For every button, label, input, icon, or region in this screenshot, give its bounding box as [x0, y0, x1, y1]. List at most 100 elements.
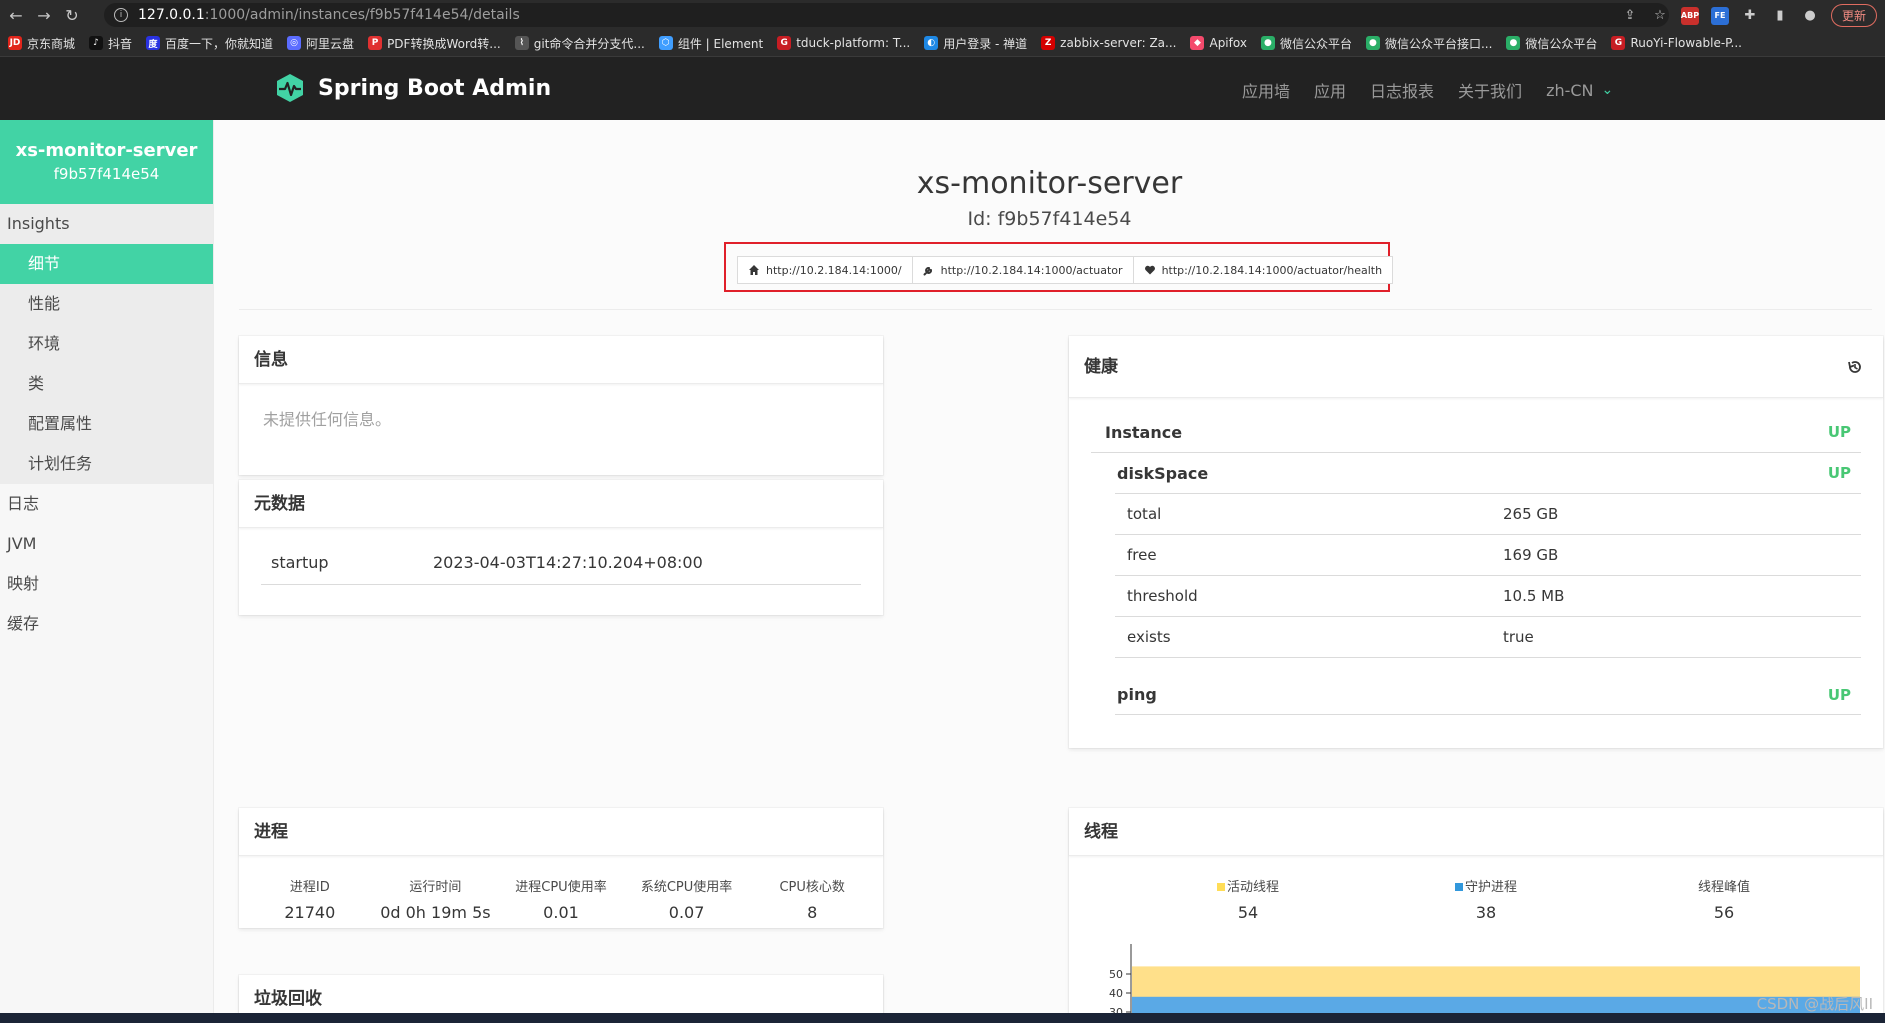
bookmark-item[interactable]: Gtduck-platform: T...	[777, 36, 910, 50]
browser-toolbar: ← → ↻ i 127.0.0.1:1000/admin/instances/f…	[0, 0, 1885, 30]
reload-icon[interactable]: ↻	[60, 3, 84, 27]
bookmark-item[interactable]: ◐ 用户登录 - 禅道	[924, 35, 1027, 52]
bookmark-item[interactable]: ◎ 阿里云盘	[287, 35, 354, 52]
stat-value: 38	[1475, 903, 1497, 922]
bookmark-item[interactable]: JD 京东商城	[8, 35, 75, 52]
bookmark-item[interactable]: 度百度一下，你就知道	[146, 35, 273, 52]
process-card-title: 进程	[239, 808, 883, 856]
stat-label: CPU核心数	[779, 880, 845, 895]
url-button-group: http://10.2.184.14:1000/ http://10.2.184…	[737, 256, 1394, 284]
info-empty-text: 未提供任何信息。	[263, 410, 392, 429]
bookmark-item[interactable]: ● 微信公众平台	[1260, 35, 1352, 52]
sidebar-item-environment[interactable]: 环境	[0, 324, 213, 364]
bookmark-label: 微信公众平台	[1525, 36, 1598, 51]
brand[interactable]: Spring Boot Admin	[274, 72, 551, 104]
bookmark-item[interactable]: Zzabbix-server: Za...	[1041, 36, 1176, 50]
health-diskspace-label: diskSpace	[1117, 463, 1209, 483]
site-info-icon[interactable]: i	[114, 8, 128, 22]
sidebar: xs-monitor-server f9b57f414e54 Insights …	[0, 120, 214, 1013]
stat-label: 活动线程	[1226, 880, 1279, 895]
bookmark-item[interactable]: ◆ Apifox	[1190, 36, 1247, 50]
nav-applications[interactable]: 应用	[1314, 78, 1346, 102]
nav-about[interactable]: 关于我们	[1458, 78, 1522, 102]
bookmarks-bar: JD 京东商城 ♪ 抖音度百度一下，你就知道 ◎ 阿里云盘 P PDF转换成Word转... ⌇…	[0, 30, 1885, 57]
extensions-puzzle-icon[interactable]: ✚	[1741, 7, 1759, 25]
share-icon[interactable]: ⇪	[1621, 7, 1639, 25]
stat-label: 系统CPU使用率	[640, 880, 733, 895]
bookmark-favicon-icon: ●	[1260, 36, 1275, 50]
language-select[interactable]: zh-CN ⌄	[1546, 81, 1613, 100]
bookmark-label: 微信公众平台接口...	[1384, 36, 1493, 51]
bookmark-item[interactable]: ♪ 抖音	[89, 35, 132, 52]
watermark: CSDN @战后风II	[1756, 995, 1873, 1013]
sidebar-instance-id: f9b57f414e54	[53, 165, 160, 183]
health-instance-label: Instance	[1105, 422, 1183, 442]
sidebar-item-beans[interactable]: 类	[0, 364, 213, 404]
bookmark-item[interactable]: ● 微信公众平台	[1506, 35, 1597, 52]
language-label: zh-CN	[1546, 80, 1594, 100]
nav-wallboard[interactable]: 应用墙	[1242, 78, 1290, 102]
stat-label: 运行时间	[409, 880, 462, 895]
home-url-label: http://10.2.184.14:1000/	[766, 263, 902, 277]
threads-card: 线程 活动线程 54 守护进程 38 线程峰值 56 504030	[1069, 808, 1883, 1023]
disk-detail-row: total 265 GB	[1115, 494, 1861, 535]
health-url-button[interactable]: http://10.2.184.14:1000/actuator/health	[1132, 256, 1394, 284]
disk-detail-value: 10.5 MB	[1503, 587, 1565, 605]
stat-cpu-cores: CPU核心数 8	[749, 876, 875, 922]
disk-detail-value: 265 GB	[1503, 505, 1559, 523]
url-path: :1000/admin/instances/f9b57f414e54/detai…	[204, 7, 520, 23]
actuator-url-label: http://10.2.184.14:1000/actuator	[940, 263, 1123, 277]
bookmark-favicon-icon: ●	[1365, 36, 1380, 50]
stat-daemon-threads: 守护进程 38	[1367, 876, 1605, 922]
page-title: xs-monitor-server	[916, 166, 1183, 201]
bookmark-item[interactable]: P PDF转换成Word转...	[368, 35, 501, 52]
health-card: 健康 Instance UP diskSpace UP total 265 GB	[1069, 336, 1883, 748]
health-card-header: 健康	[1069, 336, 1883, 398]
main-content: xs-monitor-server Id: f9b57f414e54 http:…	[214, 120, 1885, 1023]
bookmark-item[interactable]: G RuoYi-Flowable-P...	[1611, 36, 1742, 50]
sidebar-group-insights[interactable]: Insights	[0, 204, 213, 244]
star-icon[interactable]: ☆	[1651, 7, 1669, 25]
actuator-url-button[interactable]: http://10.2.184.14:1000/actuator	[911, 256, 1134, 284]
sidebar-item-details[interactable]: 细节	[0, 244, 213, 284]
home-url-button[interactable]: http://10.2.184.14:1000/	[737, 256, 913, 284]
health-diskspace-row: diskSpace UP	[1115, 453, 1861, 494]
address-bar[interactable]: i 127.0.0.1:1000/admin/instances/f9b57f4…	[104, 3, 1669, 27]
stat-label: 进程CPU使用率	[515, 880, 607, 895]
process-card: 进程 进程ID 21740 运行时间 0d 0h 19m 5s 进程CPU使用率…	[239, 808, 883, 928]
bookmark-item[interactable]: ⬡ 组件 | Element	[658, 35, 763, 52]
stat-process-cpu: 进程CPU使用率 0.01	[498, 876, 624, 922]
heart-icon	[1144, 265, 1155, 275]
sidebar-item-configprops[interactable]: 配置属性	[0, 404, 213, 444]
profile-icon[interactable]: ●	[1801, 7, 1819, 25]
health-ping-row: ping UP	[1115, 658, 1861, 715]
back-arrow-icon[interactable]: ←	[4, 3, 28, 27]
stat-live-threads: 活动线程 54	[1129, 876, 1367, 922]
nav-journal[interactable]: 日志报表	[1370, 78, 1434, 102]
sidebar-app-name: xs-monitor-server	[15, 140, 198, 161]
disk-detail-key: threshold	[1127, 587, 1198, 605]
bookmark-label: PDF转换成Word转...	[387, 36, 501, 51]
sidebar-item-metrics[interactable]: 性能	[0, 284, 213, 324]
health-card-title: 健康	[1084, 357, 1118, 377]
stat-label: 进程ID	[289, 880, 330, 895]
adblock-extension-icon[interactable]: ABP	[1681, 6, 1699, 25]
status-badge: UP	[1827, 686, 1851, 704]
sidebar-instance-header: xs-monitor-server f9b57f414e54	[0, 120, 213, 204]
sidebar-item-jvm[interactable]: JVM	[0, 524, 213, 564]
update-button[interactable]: 更新	[1830, 4, 1877, 27]
sidebar-item-caches[interactable]: 缓存	[0, 604, 213, 644]
bookmark-item[interactable]: ⌇ git命令合并分支代...	[514, 35, 645, 52]
sidebar-item-logging[interactable]: 日志	[0, 484, 213, 524]
forward-arrow-icon[interactable]: →	[32, 3, 56, 27]
history-icon[interactable]	[1847, 359, 1863, 375]
bookmark-favicon-icon: ⬡	[658, 36, 673, 50]
side-panel-icon[interactable]: ▮	[1771, 7, 1789, 25]
sidebar-item-mappings[interactable]: 映射	[0, 564, 213, 604]
status-badge: UP	[1827, 464, 1851, 482]
bookmark-item[interactable]: ● 微信公众平台接口...	[1365, 35, 1493, 52]
sidebar-item-scheduledtasks[interactable]: 计划任务	[0, 444, 213, 484]
stat-system-cpu: 系统CPU使用率 0.07	[624, 876, 750, 922]
fe-extension-icon[interactable]: FE	[1710, 6, 1729, 25]
disk-detail-value: 169 GB	[1503, 546, 1559, 564]
